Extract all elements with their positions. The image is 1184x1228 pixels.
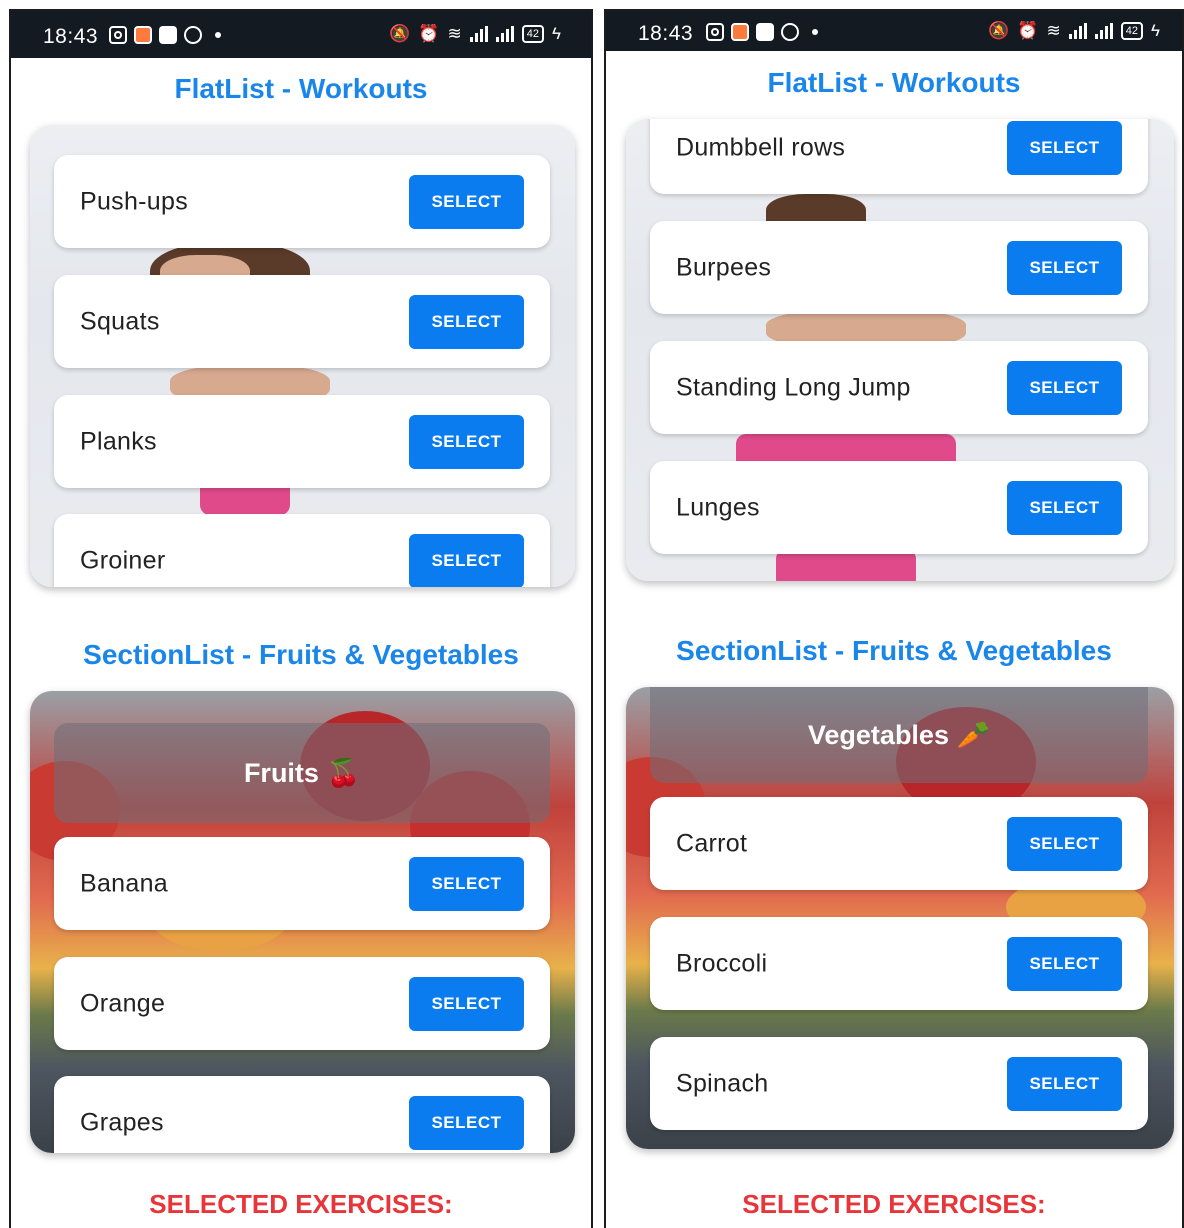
- system-icons: 🔕 ⏰ ≋ 42 ϟ: [988, 21, 1160, 41]
- list-item: Spinach SELECT: [650, 1037, 1148, 1130]
- select-button[interactable]: SELECT: [1007, 120, 1122, 175]
- section-title: SectionList - Fruits & Vegetables: [676, 635, 1112, 666]
- item-label: Banana: [80, 869, 168, 897]
- item-label: Dumbbell rows: [676, 133, 846, 161]
- app-notification-icon: [731, 23, 749, 41]
- signal-icon: [1068, 23, 1087, 39]
- item-label: Carrot: [676, 829, 748, 857]
- page-title: FlatList - Workouts: [767, 67, 1021, 98]
- list-item: Orange SELECT: [54, 957, 550, 1050]
- list-item: Planks SELECT: [54, 395, 550, 488]
- wifi-icon: ≋: [447, 24, 462, 43]
- section-header-vegetables: Vegetables 🥕: [650, 687, 1148, 783]
- list-item: Groiner SELECT: [54, 514, 550, 587]
- status-time: 18:43: [43, 25, 99, 48]
- list-item: Lunges SELECT: [650, 461, 1148, 554]
- select-button[interactable]: SELECT: [409, 414, 524, 469]
- mute-icon: 🔕: [389, 24, 411, 43]
- list-item: Grapes SELECT: [54, 1076, 550, 1153]
- select-button[interactable]: SELECT: [409, 1095, 524, 1150]
- list-item: Squats SELECT: [54, 275, 550, 368]
- alarm-icon: ⏰: [1017, 21, 1039, 40]
- item-label: Planks: [80, 427, 157, 455]
- fruits-vegetables-list[interactable]: Vegetables 🥕 Carrot SELECT Broccoli SELE…: [626, 687, 1174, 1149]
- item-label: Groiner: [80, 546, 166, 574]
- alarm-icon: ⏰: [418, 24, 440, 43]
- app-notification-icon: [134, 26, 152, 44]
- workouts-list[interactable]: Dumbbell rows SELECT Burpees SELECT Stan…: [626, 119, 1174, 581]
- list-item: Carrot SELECT: [650, 797, 1148, 890]
- status-bar: 18:43 🔕 ⏰ ≋ 42 ϟ: [606, 11, 1182, 51]
- message-icon: [159, 26, 177, 44]
- item-label: Spinach: [676, 1069, 769, 1097]
- status-bar: 18:43 🔕 ⏰ ≋ 42 ϟ: [11, 11, 591, 58]
- section-header-fruits: Fruits 🍒: [54, 723, 550, 823]
- select-button[interactable]: SELECT: [1007, 816, 1122, 871]
- fruits-vegetables-list[interactable]: Fruits 🍒 Banana SELECT Orange SELECT Gra…: [30, 691, 575, 1153]
- list-item: Push-ups SELECT: [54, 155, 550, 248]
- wifi-icon: ≋: [1046, 21, 1061, 40]
- workouts-list[interactable]: Push-ups SELECT Squats SELECT Planks SEL…: [30, 125, 575, 587]
- select-button[interactable]: SELECT: [1007, 240, 1122, 295]
- signal-icon-2: [1094, 23, 1113, 39]
- page-title: FlatList - Workouts: [174, 73, 428, 104]
- select-button[interactable]: SELECT: [409, 533, 524, 587]
- signal-icon-2: [495, 26, 514, 42]
- item-label: Broccoli: [676, 949, 768, 977]
- phone-screen-left: 18:43 🔕 ⏰ ≋ 42 ϟ FlatList - Workouts Pus…: [9, 9, 593, 1228]
- charging-icon: ϟ: [1151, 21, 1160, 40]
- item-label: Burpees: [676, 253, 772, 281]
- instagram-icon: [706, 23, 724, 41]
- list-item: Banana SELECT: [54, 837, 550, 930]
- item-label: Grapes: [80, 1108, 164, 1136]
- item-label: Squats: [80, 307, 160, 335]
- selected-exercises-title: SELECTED EXERCISES:: [742, 1189, 1046, 1219]
- list-item: Burpees SELECT: [650, 221, 1148, 314]
- item-label: Standing Long Jump: [676, 373, 911, 401]
- list-item: Dumbbell rows SELECT: [650, 119, 1148, 194]
- more-notifications-dot-icon: [812, 29, 818, 35]
- selected-exercises-title: SELECTED EXERCISES:: [149, 1189, 453, 1219]
- item-label: Push-ups: [80, 187, 189, 215]
- select-button[interactable]: SELECT: [1007, 936, 1122, 991]
- select-button[interactable]: SELECT: [409, 856, 524, 911]
- system-icons: 🔕 ⏰ ≋ 42 ϟ: [389, 24, 561, 44]
- select-button[interactable]: SELECT: [409, 976, 524, 1031]
- notification-icons: [706, 23, 818, 41]
- status-time: 18:43: [638, 22, 694, 45]
- select-button[interactable]: SELECT: [409, 294, 524, 349]
- message-icon: [756, 23, 774, 41]
- charging-icon: ϟ: [552, 24, 561, 43]
- phone-screen-right: 18:43 🔕 ⏰ ≋ 42 ϟ FlatList - Workouts Dum…: [604, 9, 1184, 1228]
- check-circle-icon: [781, 23, 799, 41]
- mute-icon: 🔕: [988, 21, 1010, 40]
- select-button[interactable]: SELECT: [1007, 480, 1122, 535]
- battery-icon: 42: [1120, 22, 1143, 40]
- select-button[interactable]: SELECT: [1007, 360, 1122, 415]
- notification-icons: [109, 26, 221, 44]
- item-label: Lunges: [676, 493, 760, 521]
- list-item: Broccoli SELECT: [650, 917, 1148, 1010]
- section-title: SectionList - Fruits & Vegetables: [83, 639, 519, 670]
- instagram-icon: [109, 26, 127, 44]
- check-circle-icon: [184, 26, 202, 44]
- item-label: Orange: [80, 989, 166, 1017]
- battery-icon: 42: [521, 25, 544, 43]
- select-button[interactable]: SELECT: [409, 174, 524, 229]
- signal-icon: [469, 26, 488, 42]
- more-notifications-dot-icon: [215, 32, 221, 38]
- list-item: Standing Long Jump SELECT: [650, 341, 1148, 434]
- select-button[interactable]: SELECT: [1007, 1056, 1122, 1111]
